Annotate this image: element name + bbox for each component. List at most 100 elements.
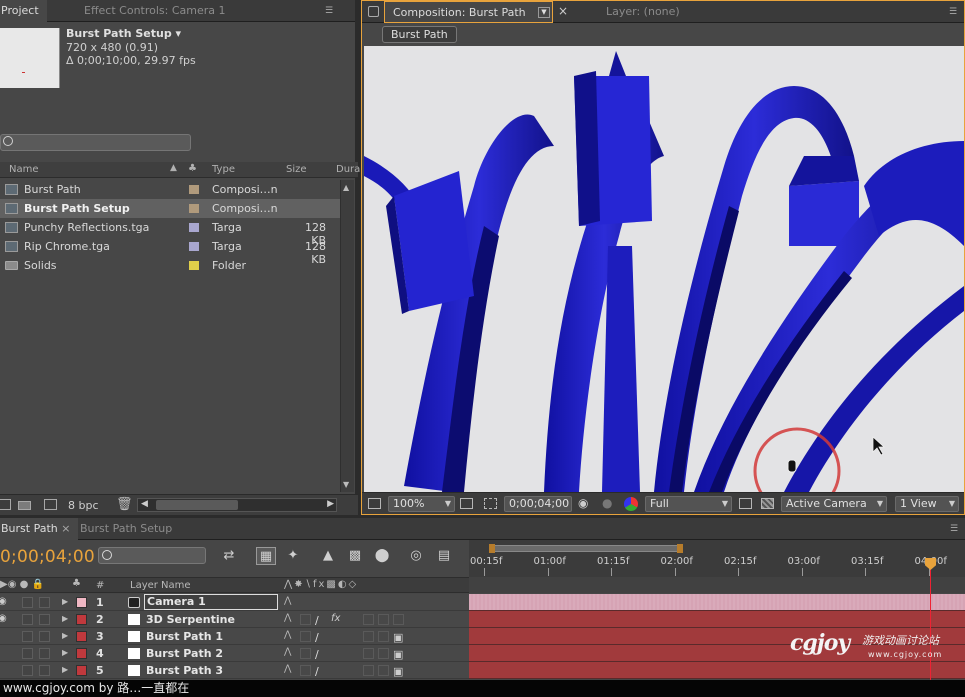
layer-name[interactable]: 3D Serpentine	[146, 613, 235, 626]
grid-guides-icon[interactable]	[460, 498, 473, 509]
comp-breadcrumb[interactable]: Burst Path	[382, 26, 457, 43]
layer-name[interactable]: Camera 1	[144, 594, 278, 610]
label-color-swatch[interactable]	[189, 185, 199, 194]
layer-label-color[interactable]	[76, 631, 87, 642]
scroll-down-icon[interactable]: ▼	[343, 480, 349, 489]
work-area-start-handle[interactable]	[489, 544, 495, 553]
col-name[interactable]: Name	[9, 164, 39, 175]
shy-switch-icon[interactable]: ⋀	[284, 664, 295, 675]
layer-name[interactable]: Burst Path 2	[146, 647, 223, 660]
layer-row[interactable]: ▶ 5 Burst Path 3 ⋀ ∕ ▣	[0, 662, 469, 679]
tab-composition[interactable]: Composition: Burst Path	[384, 1, 553, 23]
adjustment-switch[interactable]	[378, 665, 389, 676]
label-tag-icon[interactable]: ♣	[72, 578, 81, 589]
project-item[interactable]: Burst Path Setup Composi…n	[0, 199, 340, 218]
lock-switch[interactable]	[39, 631, 50, 642]
timeline-search-input[interactable]	[98, 547, 206, 564]
panel-menu-icon[interactable]: ☰	[946, 8, 960, 17]
current-time-display[interactable]: 0;00;04;00	[504, 496, 572, 512]
collapse-switch[interactable]	[300, 614, 311, 625]
interpret-footage-icon[interactable]	[0, 499, 11, 510]
mask-visibility-icon[interactable]	[484, 498, 497, 509]
timeline-current-time[interactable]: 0;00;04;00	[0, 547, 95, 567]
shy-switch-icon[interactable]: ⋀	[284, 613, 295, 624]
col-type[interactable]: Type	[212, 164, 235, 175]
eye-icon[interactable]: ◉	[0, 596, 7, 607]
selected-item-name[interactable]: Burst Path Setup ▾	[66, 27, 181, 40]
label-tag-icon[interactable]: ♣	[188, 163, 197, 174]
work-area-bar[interactable]	[490, 545, 680, 552]
work-area-end-handle[interactable]	[677, 544, 683, 553]
region-of-interest-icon[interactable]	[739, 498, 752, 509]
lock-switch[interactable]	[39, 648, 50, 659]
always-preview-icon[interactable]	[368, 498, 381, 509]
quality-switch-icon[interactable]: ∕	[315, 648, 326, 661]
collapse-switch[interactable]	[300, 648, 311, 659]
color-channel-icon[interactable]	[624, 497, 638, 511]
camera-view-select[interactable]: Active Camera ▼	[781, 496, 887, 512]
solo-switch[interactable]	[22, 665, 33, 676]
switches-icons[interactable]: ⋀✸∖fx▩◐◇	[284, 579, 358, 590]
layer-duration-bar[interactable]	[469, 611, 965, 628]
project-scrollbar[interactable]: ▲ ▼	[340, 180, 354, 492]
3d-layer-switch[interactable]	[393, 614, 404, 625]
bit-depth-button[interactable]: 8 bpc	[68, 499, 99, 512]
collapse-switch[interactable]	[300, 665, 311, 676]
resolution-select[interactable]: Full ▼	[645, 496, 732, 512]
project-hscroll[interactable]: ◀ ▶	[137, 498, 337, 512]
tab-layer[interactable]: Layer: (none)	[598, 1, 688, 23]
solo-switch[interactable]	[22, 614, 33, 625]
expand-layer-icon[interactable]: ▶	[62, 631, 68, 640]
lock-icon[interactable]	[368, 6, 379, 17]
new-folder-icon[interactable]	[18, 501, 31, 510]
motion-blur-switch[interactable]	[363, 665, 374, 676]
graph-editor-icon[interactable]: ◎	[406, 547, 426, 565]
close-tab-icon[interactable]: ×	[558, 4, 568, 18]
scroll-up-icon[interactable]: ▲	[343, 183, 349, 192]
close-tab-icon[interactable]: ×	[61, 522, 70, 535]
lock-switch[interactable]	[39, 614, 50, 625]
project-item[interactable]: Solids Folder	[0, 256, 340, 275]
label-color-swatch[interactable]	[189, 223, 199, 232]
col-layer-name[interactable]: Layer Name	[130, 580, 191, 591]
comp-dropdown-icon[interactable]: ▼	[538, 7, 550, 18]
shy-switch-icon[interactable]: ⋀	[284, 596, 295, 607]
project-search-input[interactable]	[0, 134, 191, 151]
project-item[interactable]: Rip Chrome.tga Targa 128 KB	[0, 237, 340, 266]
expand-layer-icon[interactable]: ▶	[62, 648, 68, 657]
collapse-switch[interactable]	[300, 631, 311, 642]
layer-label-color[interactable]	[76, 648, 87, 659]
av-features-icons[interactable]: ▶◉ ● 🔒	[0, 579, 44, 590]
3d-layer-switch-icon[interactable]: ▣	[393, 648, 404, 661]
solo-switch[interactable]	[22, 631, 33, 642]
sort-arrow-icon[interactable]: ▲	[170, 163, 177, 173]
lock-switch[interactable]	[39, 665, 50, 676]
col-duration[interactable]: Dura	[336, 164, 360, 175]
motion-blur-switch[interactable]	[363, 631, 374, 642]
view-layout-select[interactable]: 1 View ▼	[895, 496, 959, 512]
layer-row[interactable]: ▶ 4 Burst Path 2 ⋀ ∕ ▣	[0, 645, 469, 662]
tab-timeline-burst-path-setup[interactable]: Burst Path Setup	[72, 518, 180, 540]
eye-icon[interactable]: ◉	[0, 613, 7, 624]
label-color-swatch[interactable]	[189, 261, 199, 270]
brainstorm-icon[interactable]: ▤	[434, 547, 454, 565]
scroll-left-icon[interactable]: ◀	[141, 499, 148, 509]
project-item[interactable]: Punchy Reflections.tga Targa 128 KB	[0, 218, 340, 247]
hide-shy-layers-icon[interactable]: ▲	[318, 547, 338, 565]
snapshot-icon[interactable]: ◉	[578, 496, 588, 510]
expand-layer-icon[interactable]: ▶	[62, 614, 68, 623]
new-composition-icon[interactable]	[44, 499, 57, 510]
frame-blending-icon[interactable]: ▩	[345, 547, 365, 565]
layer-row[interactable]: ▶ 3 Burst Path 1 ⋀ ∕ ▣	[0, 628, 469, 645]
adjustment-switch[interactable]	[378, 631, 389, 642]
3d-layer-switch-icon[interactable]: ▣	[393, 665, 404, 678]
layer-name[interactable]: Burst Path 1	[146, 630, 223, 643]
magnification-select[interactable]: 100% ▼	[388, 496, 455, 512]
tab-effect-controls[interactable]: Effect Controls: Camera 1	[76, 0, 234, 22]
tab-project[interactable]: Project	[0, 0, 47, 22]
lock-switch[interactable]	[39, 597, 50, 608]
effects-switch-icon[interactable]: fx	[331, 613, 342, 624]
motion-blur-switch[interactable]	[363, 614, 374, 625]
live-update-icon[interactable]: ▦	[256, 547, 276, 565]
layer-row[interactable]: ◉ ▶ 2 3D Serpentine ⋀ ∕ fx	[0, 611, 469, 628]
